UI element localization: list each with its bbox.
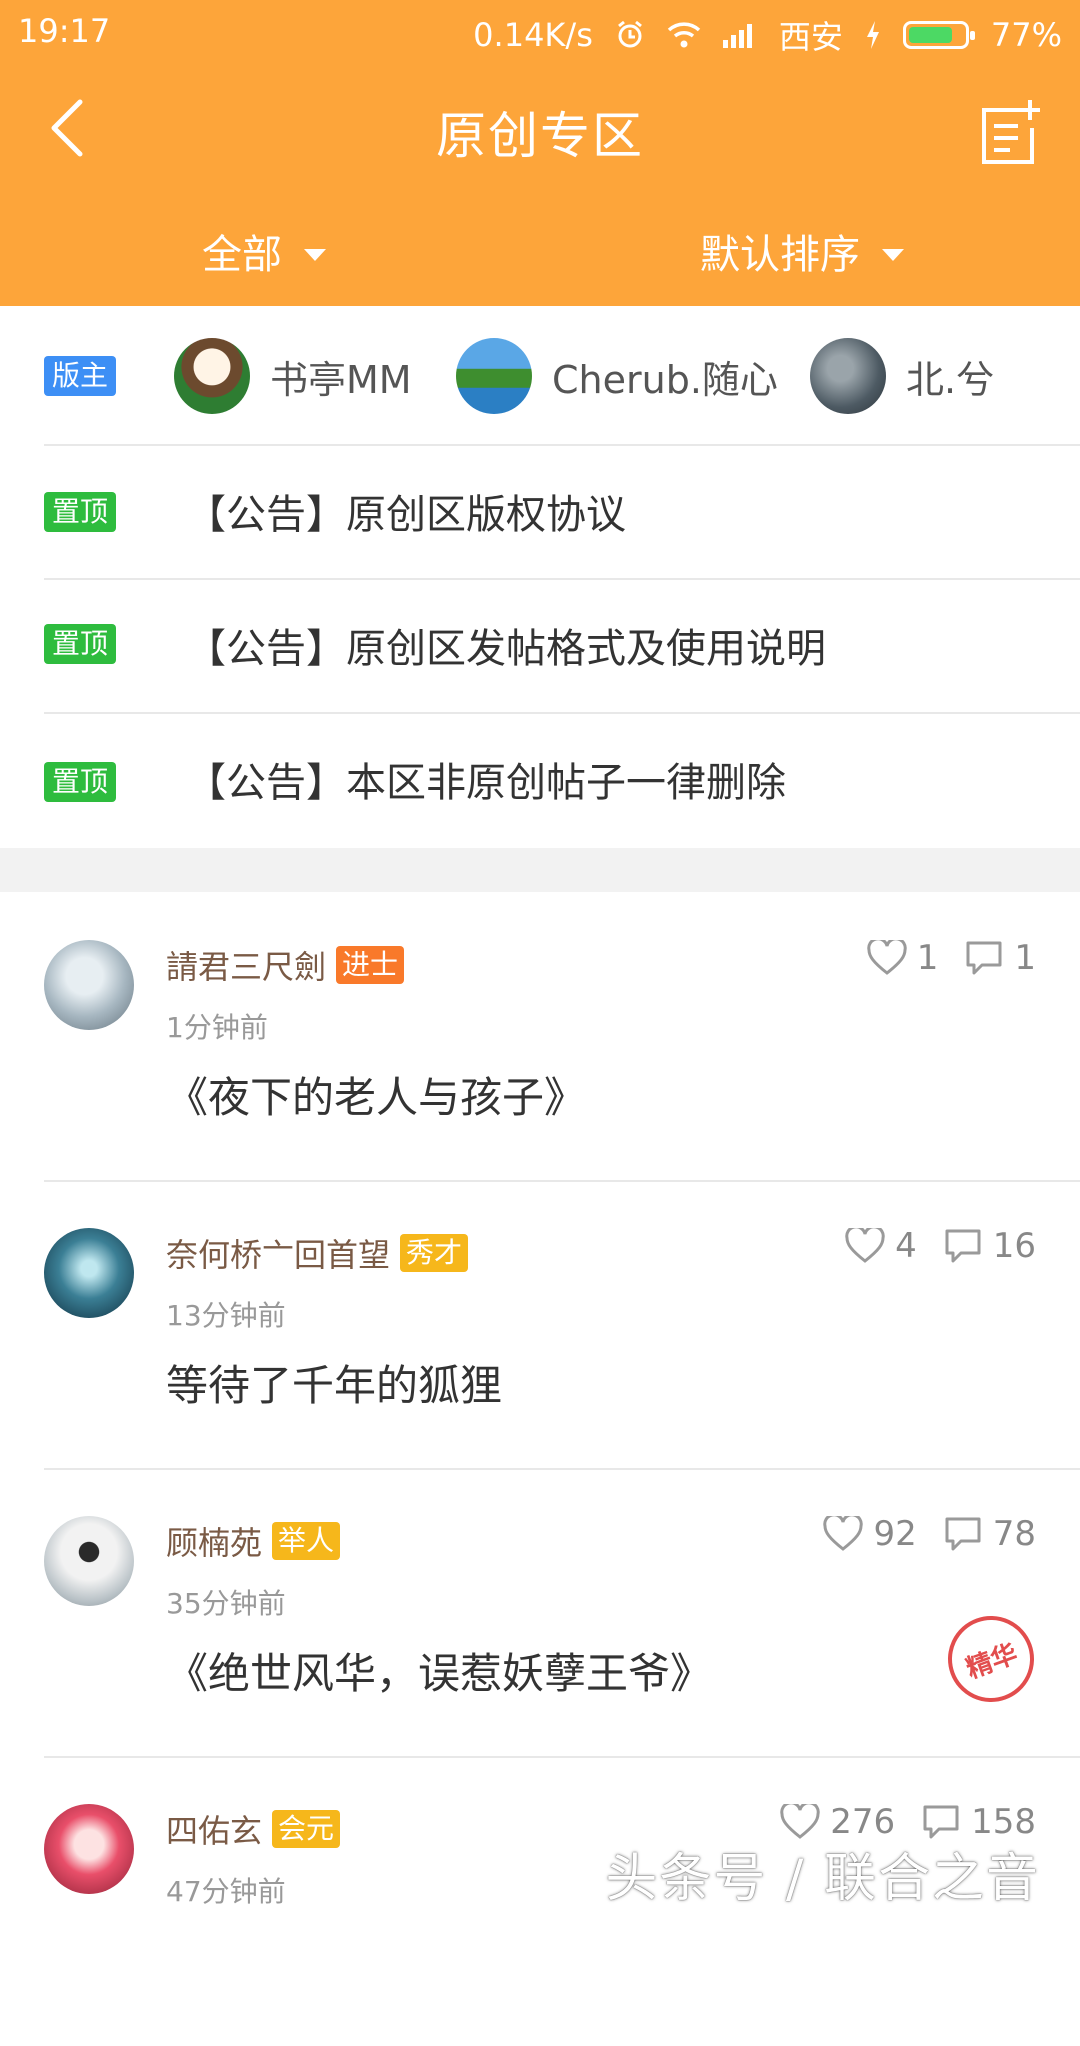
pinned-title: 【公告】原创区版权协议 [186, 492, 626, 538]
moderator-name: 书亭MM [270, 357, 412, 402]
pinned-item[interactable]: 置顶 【公告】原创区发帖格式及使用说明 [0, 580, 1080, 712]
avatar [44, 940, 134, 1030]
moderator-name: 北.兮 [906, 357, 995, 402]
post-item[interactable]: 顾楠苑 举人 92 78 35分钟前 《绝世风华，误惹妖孽王爷》 精华 [0, 1470, 1080, 1758]
post-stats: 92 78 [823, 1514, 1036, 1554]
moderator-row: 版主 书亭MM Cherub.随心 北.兮 [0, 306, 1080, 444]
post-item[interactable]: 請君三尺劍 进士 1 1 1分钟前 《夜下的老人与孩子》 [0, 894, 1080, 1182]
comment-icon [945, 1517, 981, 1551]
like-stat[interactable]: 1 [867, 938, 939, 978]
post-stats: 4 16 [845, 1226, 1036, 1266]
moderator-item[interactable]: 书亭MM [174, 338, 412, 414]
category-filter-label: 全部 [202, 232, 282, 278]
comment-count: 1 [1014, 938, 1036, 978]
rank-badge: 会元 [272, 1810, 341, 1848]
filter-bar: 全部 默认排序 [0, 200, 1080, 300]
comment-count: 78 [992, 1514, 1036, 1554]
sort-filter-label: 默认排序 [700, 232, 860, 278]
pinned-item[interactable]: 置顶 【公告】本区非原创帖子一律删除 [0, 714, 1080, 846]
comment-icon [945, 1229, 981, 1263]
post-time: 1分钟前 [166, 1011, 268, 1044]
pinned-badge: 置顶 [44, 624, 117, 664]
post-stats: 1 1 [867, 938, 1036, 978]
status-bar: 19:17 0.14K/s 西安 77% [0, 0, 1080, 62]
featured-stamp: 精华 [935, 1603, 1047, 1715]
status-icons: 0.14K/s 西安 77% [473, 12, 1062, 58]
section-gap [0, 848, 1080, 892]
post-title: 等待了千年的狐狸 [166, 1361, 503, 1410]
dropdown-caret-icon [882, 249, 904, 261]
like-count: 1 [916, 938, 939, 978]
avatar [810, 338, 886, 414]
pinned-badge: 置顶 [44, 762, 117, 802]
status-time: 19:17 [18, 12, 111, 50]
pinned-badge: 置顶 [44, 492, 117, 532]
signal-icon [722, 24, 752, 48]
like-stat[interactable]: 92 [823, 1514, 917, 1554]
post-title: 《绝世风华，误惹妖孽王爷》 [166, 1649, 713, 1698]
comment-icon [966, 941, 1002, 975]
post-author: 請君三尺劍 进士 [166, 942, 405, 988]
comment-count: 16 [992, 1226, 1036, 1266]
post-time: 13分钟前 [166, 1299, 286, 1332]
post-author: 奈何桥亠回首望 秀才 [166, 1230, 469, 1276]
like-stat[interactable]: 4 [845, 1226, 917, 1266]
moderator-badge: 版主 [44, 356, 117, 396]
heart-icon [867, 940, 907, 975]
author-name: 顾楠苑 [166, 1524, 263, 1562]
post-author: 顾楠苑 举人 [166, 1518, 341, 1564]
post-time: 35分钟前 [166, 1587, 286, 1620]
network-speed: 0.14K/s [473, 16, 593, 54]
comment-stat[interactable]: 1 [964, 938, 1036, 978]
like-count: 92 [873, 1514, 917, 1554]
rank-badge: 秀才 [400, 1234, 469, 1272]
author-name: 奈何桥亠回首望 [166, 1236, 391, 1274]
charging-icon [866, 21, 879, 49]
rank-badge: 进士 [336, 946, 405, 984]
page-title: 原创专区 [436, 107, 644, 165]
moderator-name: Cherub.随心 [552, 357, 778, 402]
heart-icon [845, 1228, 885, 1263]
post-author: 四佑玄 会元 [166, 1806, 341, 1852]
pinned-item[interactable]: 置顶 【公告】原创区版权协议 [0, 446, 1080, 578]
moderator-item[interactable]: Cherub.随心 [456, 338, 778, 414]
battery-percent: 77% [990, 16, 1062, 54]
watermark: 头条号 / 联合之音 [605, 1849, 1040, 1909]
avatar [44, 1516, 134, 1606]
avatar [44, 1804, 134, 1894]
moderator-item[interactable]: 北.兮 [810, 338, 994, 414]
post-time: 47分钟前 [166, 1875, 286, 1908]
location-label: 西安 [778, 18, 843, 56]
comment-stat[interactable]: 16 [943, 1226, 1036, 1266]
avatar [456, 338, 532, 414]
pinned-title: 【公告】原创区发帖格式及使用说明 [186, 626, 826, 672]
author-name: 請君三尺劍 [166, 948, 327, 986]
heart-icon [823, 1516, 864, 1551]
heart-icon [780, 1804, 820, 1839]
sort-filter[interactable]: 默认排序 [700, 222, 904, 280]
alarm-icon [617, 20, 642, 48]
comment-stat[interactable]: 78 [943, 1514, 1036, 1554]
app-header: 19:17 0.14K/s 西安 77% 原创专区 全部 默认排序 [0, 0, 1080, 306]
post-item[interactable]: 奈何桥亠回首望 秀才 4 16 13分钟前 等待了千年的狐狸 [0, 1182, 1080, 1470]
compose-icon[interactable] [978, 98, 1042, 166]
avatar [44, 1228, 134, 1318]
author-name: 四佑玄 [166, 1812, 263, 1850]
rank-badge: 举人 [272, 1522, 341, 1560]
dropdown-caret-icon [304, 249, 326, 261]
battery-icon [902, 21, 975, 49]
wifi-icon [667, 22, 701, 48]
pinned-title: 【公告】本区非原创帖子一律删除 [186, 760, 786, 806]
nav-bar: 原创专区 [0, 70, 1080, 190]
category-filter[interactable]: 全部 [202, 222, 326, 280]
avatar [174, 338, 250, 414]
like-count: 4 [895, 1226, 917, 1266]
post-title: 《夜下的老人与孩子》 [166, 1073, 587, 1122]
